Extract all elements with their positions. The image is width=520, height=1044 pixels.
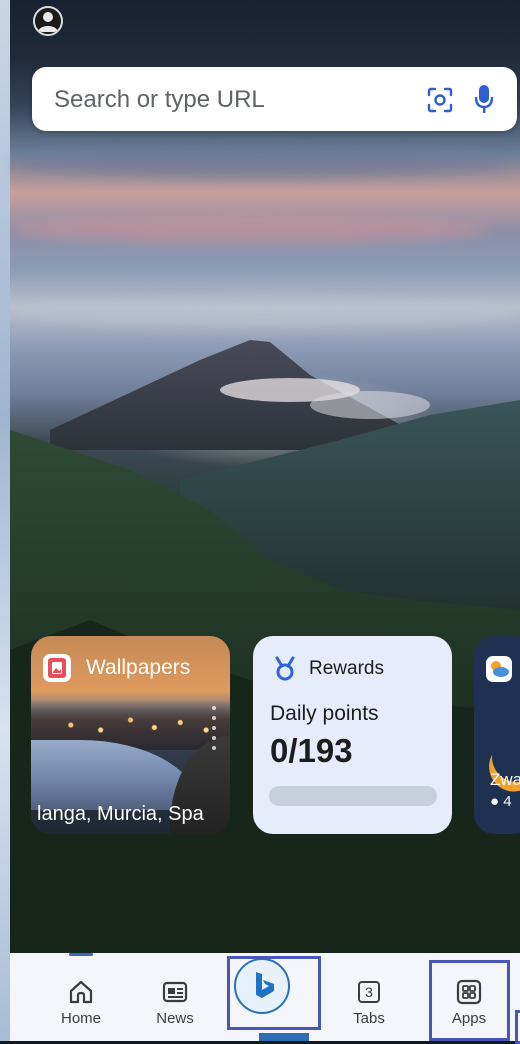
cloud-band: [10, 215, 490, 243]
rain-value: 4: [503, 793, 512, 810]
tabs-count: 3: [358, 981, 380, 1003]
highlight-apps-box: [429, 960, 510, 1041]
nav-home[interactable]: Home: [46, 953, 116, 1041]
rewards-card[interactable]: Rewards Daily points 0/193: [253, 636, 452, 834]
daily-points-value: 0/193: [270, 732, 353, 769]
highlight-bing-box: [227, 956, 321, 1030]
nav-tabs-label: Tabs: [353, 1010, 385, 1027]
wallpaper-location: langa, Murcia, Spa: [37, 803, 204, 825]
wallpapers-card[interactable]: Wallpapers langa, Murcia, Spa: [31, 636, 230, 834]
rewards-title: Rewards: [309, 658, 384, 679]
search-bar[interactable]: Search or type URL: [32, 67, 517, 131]
weather-icon: [486, 656, 512, 682]
daily-points-label: Daily points: [270, 702, 379, 725]
cloud-band: [10, 150, 510, 178]
browser-home-screen: Search or type URL Wallpapers langa, Mur…: [0, 0, 520, 1044]
left-edge-strip: [0, 0, 10, 1041]
rain-chance: ● 4: [490, 793, 512, 810]
microphone-icon[interactable]: [474, 83, 494, 115]
raindrop-icon: ●: [490, 793, 500, 810]
news-icon: [162, 981, 188, 1003]
search-input[interactable]: Search or type URL: [54, 86, 265, 114]
home-icon: [69, 980, 93, 1004]
wallpaper-icon: [43, 654, 71, 682]
wallpapers-title: Wallpapers: [86, 656, 191, 679]
bing-active-tab: [259, 1033, 309, 1041]
points-progress-bar: [269, 786, 437, 806]
visual-search-icon[interactable]: [427, 87, 453, 113]
profile-avatar-icon[interactable]: [33, 6, 63, 36]
weather-city: Zwa: [490, 770, 520, 789]
nav-tabs[interactable]: 3 Tabs: [334, 953, 404, 1041]
highlight-edge-box: [515, 1010, 520, 1044]
nav-news[interactable]: News: [140, 953, 210, 1041]
nav-home-label: Home: [60, 1010, 101, 1027]
weather-card[interactable]: Zwa ● 4: [474, 636, 520, 834]
rewards-medal-icon: [275, 656, 295, 681]
tabs-icon: 3: [356, 979, 382, 1005]
person-icon: [38, 12, 58, 32]
nav-news-label: News: [156, 1010, 194, 1027]
pager-dots: [212, 706, 216, 756]
